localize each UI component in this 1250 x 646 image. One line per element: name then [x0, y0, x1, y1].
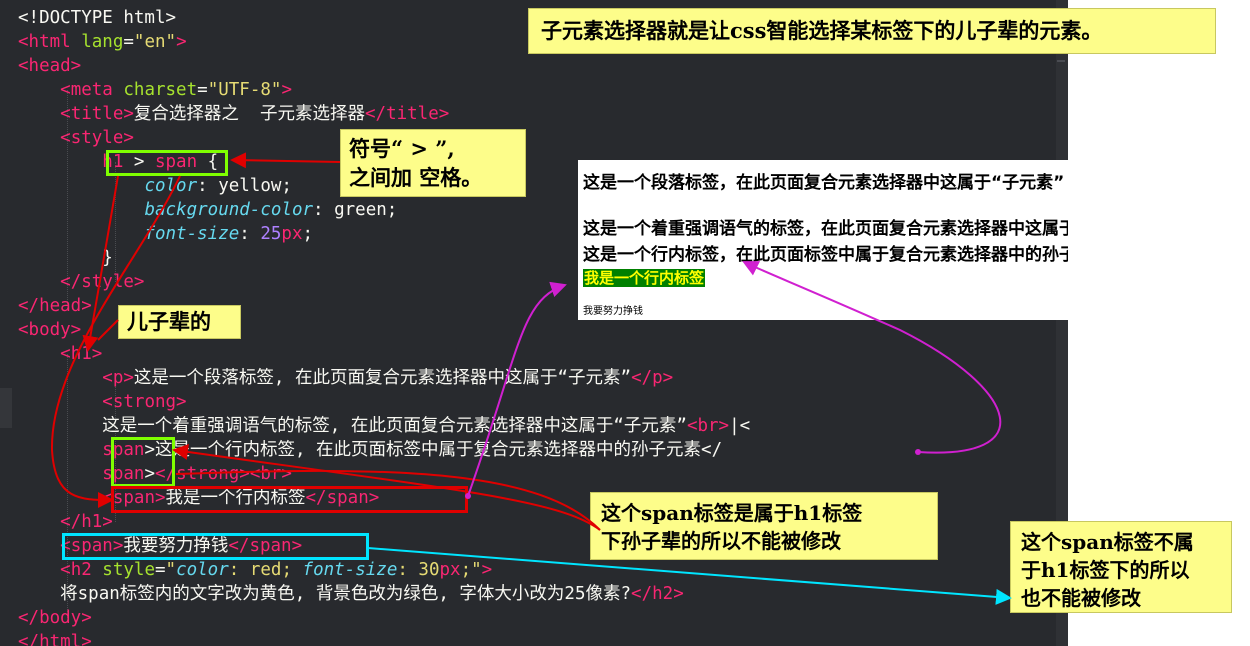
annotation-arrows [50, 152, 1012, 605]
arrow-origin-dot [915, 449, 921, 455]
arrow-symbol-to-selector [230, 152, 341, 169]
arrow-son-to-h1 [97, 319, 119, 341]
arrow-origin-dot [465, 493, 471, 499]
arrow-span-to-child [50, 175, 181, 508]
arrow-span-to-preview [467, 281, 567, 497]
arrow-strong-to-preview [742, 261, 1002, 454]
arrow-grandson-note [172, 444, 601, 531]
arrow-body-span-to-note [367, 547, 1012, 605]
